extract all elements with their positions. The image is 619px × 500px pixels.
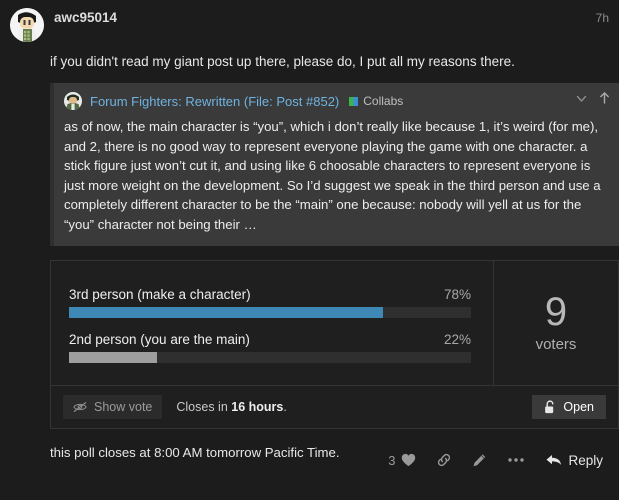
copy-link-button[interactable] xyxy=(426,446,462,474)
heart-icon xyxy=(401,453,416,467)
ellipsis-icon xyxy=(507,457,525,463)
username[interactable]: awc95014 xyxy=(54,8,117,27)
poll-option[interactable]: 3rd person (make a character) 78% xyxy=(69,287,471,318)
quote-title-link[interactable]: Forum Fighters: Rewritten (File: Post #8… xyxy=(90,94,339,109)
eye-slash-icon xyxy=(73,401,87,413)
user-avatar-icon xyxy=(10,8,44,42)
more-options-button[interactable] xyxy=(497,451,535,469)
quote-controls xyxy=(575,91,611,105)
poll-bar-track xyxy=(69,352,471,363)
post-timestamp[interactable]: 7h xyxy=(596,11,609,25)
like-count: 3 xyxy=(388,452,396,468)
poll-option-label: 2nd person (you are the main) xyxy=(69,332,250,347)
poll-container: 3rd person (make a character) 78% 2nd pe… xyxy=(50,260,619,429)
voter-label: voters xyxy=(535,335,577,353)
quoted-user-avatar[interactable] xyxy=(64,92,82,110)
post-container: awc95014 7h if you didn't read my giant … xyxy=(0,0,619,500)
unlock-icon xyxy=(544,400,556,414)
closes-prefix: Closes in xyxy=(176,400,232,414)
poll-closes-text: Closes in 16 hours. xyxy=(176,400,286,414)
poll-bar-track xyxy=(69,307,471,318)
link-icon xyxy=(436,452,452,468)
reply-label: Reply xyxy=(568,452,603,468)
quote-header: Forum Fighters: Rewritten (File: Post #8… xyxy=(54,83,619,117)
category-color-icon xyxy=(349,96,359,106)
quoted-user-avatar-icon xyxy=(64,92,82,110)
closes-suffix: . xyxy=(283,400,287,414)
poll-options-list: 3rd person (make a character) 78% 2nd pe… xyxy=(51,261,494,385)
poll-bar-fill xyxy=(69,307,383,318)
like-button[interactable]: 3 xyxy=(378,447,426,474)
show-vote-button[interactable]: Show vote xyxy=(63,395,163,419)
open-label: Open xyxy=(563,400,594,414)
edit-button[interactable] xyxy=(462,447,497,474)
avatar[interactable] xyxy=(10,8,44,42)
poll-voters-panel: 9 voters xyxy=(494,261,618,385)
reply-button[interactable]: Reply xyxy=(535,447,611,474)
show-vote-label: Show vote xyxy=(94,400,153,414)
category-label: Collabs xyxy=(363,94,404,108)
quoted-post: Forum Fighters: Rewritten (File: Post #8… xyxy=(50,83,619,246)
post-header: awc95014 7h xyxy=(10,8,609,42)
poll-option[interactable]: 2nd person (you are the main) 22% xyxy=(69,332,471,363)
poll-option-row: 2nd person (you are the main) 22% xyxy=(69,332,471,347)
voter-count: 9 xyxy=(544,289,568,334)
poll-option-percent: 22% xyxy=(443,332,471,347)
poll-option-percent: 78% xyxy=(443,287,471,302)
poll-main: 3rd person (make a character) 78% 2nd pe… xyxy=(51,261,618,385)
poll-option-label: 3rd person (make a character) xyxy=(69,287,251,302)
open-poll-button[interactable]: Open xyxy=(532,395,606,419)
pencil-icon xyxy=(472,453,487,468)
post-actions-bar: 3 Reply xyxy=(378,446,611,474)
reply-arrow-icon xyxy=(545,453,562,467)
chevron-down-icon[interactable] xyxy=(575,92,588,105)
closes-value: 16 hours xyxy=(231,400,284,414)
arrow-up-icon[interactable] xyxy=(598,91,611,105)
category-badge[interactable]: Collabs xyxy=(349,94,403,108)
poll-option-row: 3rd person (make a character) 78% xyxy=(69,287,471,302)
quote-body-text: as of now, the main character is “you”, … xyxy=(64,119,601,232)
poll-bar-fill xyxy=(69,352,158,363)
poll-footer: Show vote Closes in 16 hours. Open xyxy=(51,385,618,428)
post-intro-text: if you didn't read my giant post up ther… xyxy=(50,54,515,69)
